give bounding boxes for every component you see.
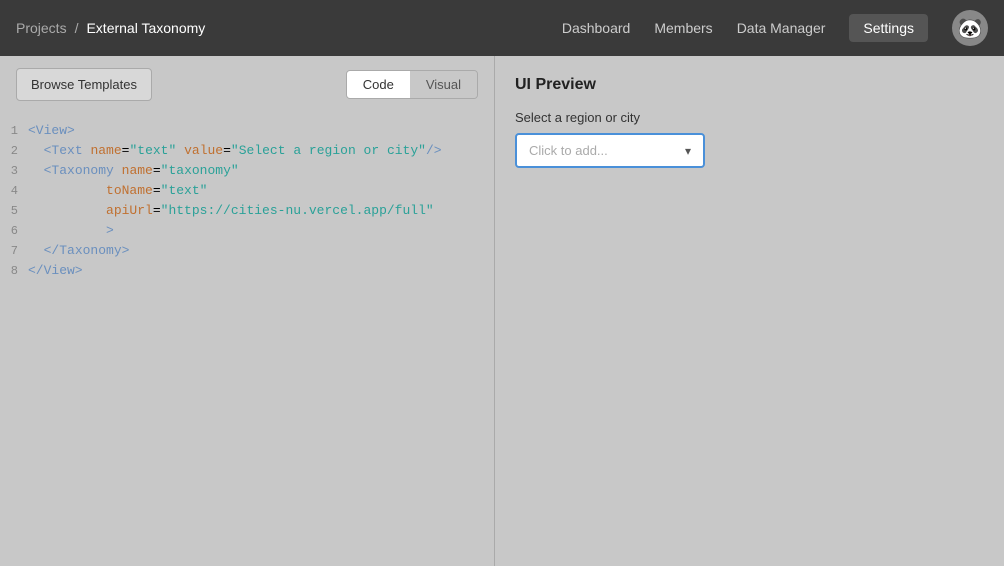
code-toggle-button[interactable]: Code	[347, 71, 410, 98]
line-content: toName="text"	[28, 181, 207, 201]
line-content: </Taxonomy>	[28, 241, 129, 261]
nav-members[interactable]: Members	[654, 20, 712, 36]
line-content: <Taxonomy name="taxonomy"	[28, 161, 239, 181]
line-content: >	[28, 221, 114, 241]
main-layout: Browse Templates Code Visual 1<View>2 <T…	[0, 56, 1004, 566]
breadcrumb: Projects / External Taxonomy	[16, 20, 205, 36]
chevron-down-icon: ▾	[685, 144, 691, 158]
line-content: </View>	[28, 261, 83, 281]
line-content: <Text name="text" value="Select a region…	[28, 141, 442, 161]
code-line: 7 </Taxonomy>	[0, 241, 494, 261]
code-line: 4 toName="text"	[0, 181, 494, 201]
line-content: <View>	[28, 121, 75, 141]
breadcrumb-separator: /	[75, 20, 79, 36]
breadcrumb-projects[interactable]: Projects	[16, 20, 67, 36]
code-line: 8</View>	[0, 261, 494, 281]
right-panel: UI Preview Select a region or city Click…	[495, 56, 1004, 566]
line-number: 6	[0, 221, 28, 241]
line-number: 7	[0, 241, 28, 261]
line-number: 4	[0, 181, 28, 201]
left-panel: Browse Templates Code Visual 1<View>2 <T…	[0, 56, 495, 566]
code-line: 3 <Taxonomy name="taxonomy"	[0, 161, 494, 181]
top-navigation: Projects / External Taxonomy Dashboard M…	[0, 0, 1004, 56]
line-number: 2	[0, 141, 28, 161]
ui-preview-title: UI Preview	[515, 76, 984, 94]
code-line: 1<View>	[0, 121, 494, 141]
breadcrumb-current-page: External Taxonomy	[86, 20, 205, 36]
line-content: apiUrl="https://cities-nu.vercel.app/ful…	[28, 201, 434, 221]
line-number: 5	[0, 201, 28, 221]
dropdown-placeholder: Click to add...	[529, 143, 608, 158]
left-toolbar: Browse Templates Code Visual	[0, 56, 494, 113]
code-line: 5 apiUrl="https://cities-nu.vercel.app/f…	[0, 201, 494, 221]
preview-label: Select a region or city	[515, 110, 984, 125]
code-editor[interactable]: 1<View>2 <Text name="text" value="Select…	[0, 113, 494, 566]
nav-data-manager[interactable]: Data Manager	[737, 20, 826, 36]
code-visual-toggle: Code Visual	[346, 70, 478, 99]
taxonomy-dropdown[interactable]: Click to add... ▾	[515, 133, 705, 168]
code-line: 2 <Text name="text" value="Select a regi…	[0, 141, 494, 161]
avatar[interactable]: 🐼	[952, 10, 988, 46]
line-number: 1	[0, 121, 28, 141]
code-line: 6 >	[0, 221, 494, 241]
nav-dashboard[interactable]: Dashboard	[562, 20, 631, 36]
nav-links: Dashboard Members Data Manager Settings …	[562, 10, 988, 46]
line-number: 3	[0, 161, 28, 181]
browse-templates-button[interactable]: Browse Templates	[16, 68, 152, 101]
nav-settings[interactable]: Settings	[849, 14, 928, 42]
line-number: 8	[0, 261, 28, 281]
visual-toggle-button[interactable]: Visual	[410, 71, 477, 98]
